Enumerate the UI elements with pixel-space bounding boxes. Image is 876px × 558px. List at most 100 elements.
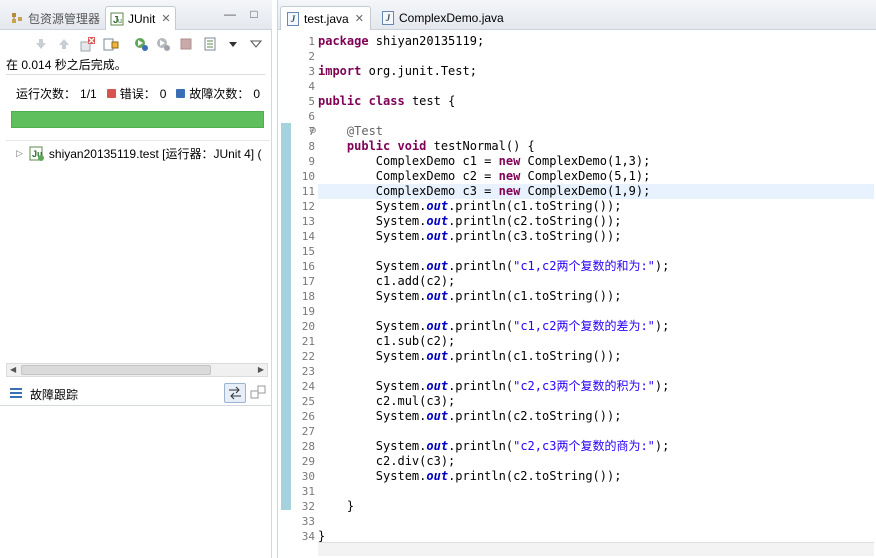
code-token: System. xyxy=(318,409,427,423)
filter-trace-icon[interactable] xyxy=(250,385,266,404)
tree-item-test-class[interactable]: ▷ Ju shiyan20135119.test [运行器：JUnit 4] ( xyxy=(16,145,261,162)
compare-icon[interactable] xyxy=(224,383,246,403)
code-token: .println( xyxy=(448,259,514,273)
code-token: public xyxy=(318,94,362,108)
list-icon xyxy=(10,387,24,402)
code-token: System. xyxy=(318,349,427,363)
error-icon xyxy=(106,89,116,98)
scrollbar-thumb[interactable] xyxy=(21,365,211,375)
junit-toolbar xyxy=(0,32,272,56)
tree-horizontal-scrollbar[interactable]: ◀ ▶ xyxy=(6,363,268,377)
show-failures-only-icon[interactable] xyxy=(80,36,96,52)
svg-text:u: u xyxy=(118,18,122,25)
code-token: package xyxy=(318,34,369,48)
tab-test-java[interactable]: J test.java ✕ xyxy=(280,6,371,30)
stop-icon[interactable] xyxy=(178,36,194,52)
code-token: ComplexDemo c2 = xyxy=(318,169,499,183)
fold-collapse-icon[interactable]: ⊖ xyxy=(309,123,317,138)
junit-icon: Ju xyxy=(110,12,124,26)
expand-caret-icon[interactable]: ▷ xyxy=(16,148,23,159)
line-number: 16 xyxy=(301,260,315,273)
code-token: .println( xyxy=(448,439,514,453)
code-token: } xyxy=(318,529,326,542)
close-icon[interactable]: ✕ xyxy=(355,12,364,25)
code-line: public class test { xyxy=(318,94,455,109)
code-line: System.out.println(c2.toString()); xyxy=(318,409,622,424)
code-token: "c1,c2两个复数的和为:" xyxy=(513,259,655,273)
next-failure-icon[interactable] xyxy=(33,36,49,52)
code-token: out xyxy=(426,319,449,333)
code-token: "c1,c2两个复数的差为:" xyxy=(513,319,655,333)
line-number: 21 xyxy=(301,335,315,348)
code-area[interactable]: package shiyan20135119; import org.junit.… xyxy=(318,32,873,542)
code-token: import xyxy=(318,64,362,78)
view-menu-icon[interactable] xyxy=(248,36,264,52)
code-token: out xyxy=(426,199,449,213)
line-number: 13 xyxy=(301,215,315,228)
code-line: c1.sub(c2); xyxy=(318,334,455,349)
tab-complexdemo-java[interactable]: J ComplexDemo.java xyxy=(376,6,510,30)
code-token: c1.sub(c2); xyxy=(318,334,456,348)
code-line: import org.junit.Test; xyxy=(318,64,477,79)
line-number: 23 xyxy=(301,365,315,378)
close-icon[interactable]: ✕ xyxy=(161,12,170,25)
code-line: System.out.println(c1.toString()); xyxy=(318,199,622,214)
junit-view: 包资源管理器 Ju JUnit ✕ — □ 在 0.014 秒之后完成。 运行次… xyxy=(0,0,272,558)
code-token: test { xyxy=(404,94,456,108)
scroll-left-icon[interactable]: ◀ xyxy=(10,364,16,376)
code-token: out xyxy=(426,259,449,273)
runs-label: 运行次数： xyxy=(16,87,77,101)
code-token: @Test xyxy=(346,124,384,138)
code-line: package shiyan20135119; xyxy=(318,34,484,49)
line-number: 20 xyxy=(301,320,315,333)
code-token: ); xyxy=(654,379,670,393)
tab-package-explorer[interactable]: 包资源管理器 xyxy=(6,6,104,30)
previous-failure-icon[interactable] xyxy=(56,36,72,52)
code-token: public xyxy=(346,139,391,153)
code-token: out xyxy=(426,379,449,393)
rerun-failed-icon[interactable] xyxy=(155,36,171,52)
code-token: c2.mul(c3); xyxy=(318,394,456,408)
line-number: 18 xyxy=(301,290,315,303)
line-number: 22 xyxy=(301,350,315,363)
code-token: testNormal() { xyxy=(426,139,535,153)
line-number: 27 xyxy=(301,425,315,438)
minimize-icon[interactable]: — xyxy=(224,8,236,20)
editor-horizontal-scrollbar[interactable] xyxy=(318,542,874,556)
tab-junit-label: JUnit xyxy=(128,11,156,26)
maximize-icon[interactable]: □ xyxy=(248,8,260,20)
line-number: 1 xyxy=(308,35,315,48)
code-line: ComplexDemo c1 = new ComplexDemo(1,3); xyxy=(318,154,651,169)
history-dropdown-icon[interactable] xyxy=(225,36,241,52)
line-number: 29 xyxy=(301,455,315,468)
code-token: } xyxy=(318,499,355,513)
code-line: c2.div(c3); xyxy=(318,454,455,469)
scroll-lock-icon[interactable] xyxy=(103,36,119,52)
rerun-icon[interactable] xyxy=(133,36,149,52)
code-line: c1.add(c2); xyxy=(318,274,455,289)
scroll-right-icon[interactable]: ▶ xyxy=(258,364,264,376)
code-line: System.out.println("c2,c3两个复数的积为:"); xyxy=(318,379,670,394)
line-number: 30 xyxy=(301,470,315,483)
code-line: System.out.println(c2.toString()); xyxy=(318,214,622,229)
code-token: out xyxy=(426,229,449,243)
history-icon[interactable] xyxy=(203,36,219,52)
editor-tab-bar: J test.java ✕ J ComplexDemo.java xyxy=(278,0,876,30)
line-number: 15 xyxy=(301,245,315,258)
failures-value: 0 xyxy=(253,86,261,101)
tab-junit[interactable]: Ju JUnit ✕ xyxy=(105,6,176,30)
code-line: c2.mul(c3); xyxy=(318,394,455,409)
code-token: out xyxy=(426,289,449,303)
code-token: System. xyxy=(318,199,427,213)
code-line: System.out.println("c1,c2两个复数的差为:"); xyxy=(318,319,670,334)
code-line: ComplexDemo c2 = new ComplexDemo(5,1); xyxy=(318,169,651,184)
code-token: .println( xyxy=(448,319,514,333)
line-number: 3 xyxy=(308,65,315,78)
code-line: } xyxy=(318,499,354,514)
code-token: System. xyxy=(318,469,427,483)
code-line: public void testNormal() { xyxy=(318,139,535,154)
tree-item-label: shiyan20135119.test [运行器：JUnit 4] ( xyxy=(48,147,262,161)
